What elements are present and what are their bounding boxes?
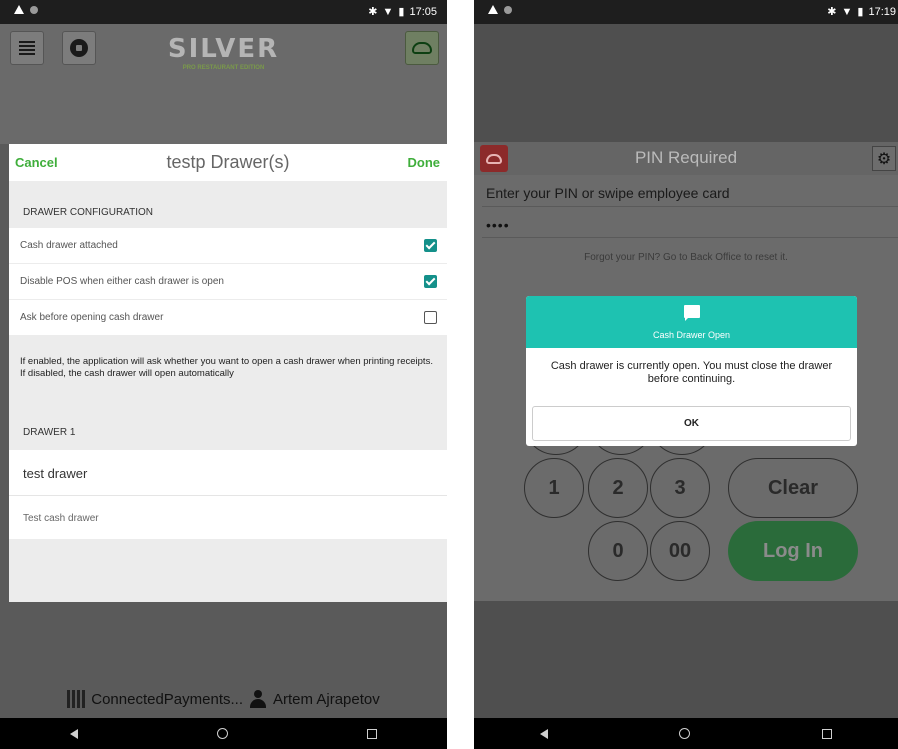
app-toolbar: SILVER PRO RESTAURANT EDITION — [0, 24, 447, 144]
gear-icon: ⚙ — [876, 150, 892, 168]
section-title-configuration: DRAWER CONFIGURATION — [23, 207, 153, 218]
message-icon — [684, 305, 700, 321]
navigation-bar — [0, 718, 447, 749]
checkbox-checked[interactable] — [424, 239, 437, 252]
drawer-name-value: test drawer — [23, 466, 88, 481]
wifi-icon: ▼ — [841, 5, 853, 18]
app-logo-subtitle: PRO RESTAURANT EDITION — [182, 65, 265, 71]
home-icon[interactable] — [216, 728, 228, 739]
divider — [482, 206, 898, 207]
user-name: Artem Ajrapetov — [273, 690, 380, 708]
dot-icon — [504, 5, 512, 14]
battery-icon: ▮ — [857, 6, 864, 18]
key-3[interactable]: 3 — [650, 458, 710, 518]
ok-button[interactable]: OK — [532, 406, 851, 441]
drawer-settings-sheet: Cancel testp Drawer(s) Done DRAWER CONFI… — [9, 144, 447, 602]
dialog-title: Cash Drawer Open — [652, 330, 731, 340]
status-bar: ✱ ▼ ▮ 17:05 — [0, 0, 447, 24]
option-hint: If enabled, the application will ask whe… — [20, 356, 433, 379]
key-2[interactable]: 2 — [588, 458, 648, 518]
key-1[interactable]: 1 — [524, 458, 584, 518]
option-label: Disable POS when either cash drawer is o… — [20, 276, 224, 287]
home-icon[interactable] — [679, 728, 691, 739]
option-ask-before-opening[interactable]: Ask before opening cash drawer — [9, 300, 447, 336]
dialog-header: Cash Drawer Open — [526, 296, 857, 348]
dialog-message: Cash drawer is currently open. You must … — [550, 360, 833, 385]
checkbox-unchecked[interactable] — [424, 311, 437, 324]
recent-apps-icon[interactable] — [367, 728, 378, 739]
user-icon — [249, 690, 267, 708]
sheet-header: Cancel testp Drawer(s) Done — [9, 144, 447, 181]
footer-info: ConnectedPayments... Artem Ajrapetov — [0, 690, 447, 708]
option-cash-drawer-attached[interactable]: Cash drawer attached — [9, 228, 447, 264]
option-label: Cash drawer attached — [20, 240, 118, 251]
app-logo: SILVER — [167, 34, 280, 64]
left-screen: ✱ ▼ ▮ 17:05 SILVER PRO RESTAURANT EDITIO… — [0, 0, 447, 749]
battery-icon: ▮ — [398, 6, 405, 18]
sheet-title: testp Drawer(s) — [166, 152, 290, 172]
checkbox-checked[interactable] — [424, 275, 437, 288]
cloud-icon — [412, 42, 432, 54]
recent-apps-icon[interactable] — [822, 728, 833, 739]
back-icon[interactable] — [69, 728, 78, 739]
clock: 17:05 — [409, 5, 437, 18]
wifi-icon: ▼ — [382, 5, 394, 18]
key-0[interactable]: 0 — [588, 521, 648, 581]
location-name: ConnectedPayments... — [91, 690, 244, 708]
drawer-name-field[interactable]: test drawer — [9, 450, 447, 496]
forgot-pin-text: Forgot your PIN? Go to Back Office to re… — [584, 252, 788, 263]
login-button[interactable]: Log In — [728, 521, 858, 581]
pin-title: PIN Required — [634, 148, 738, 167]
warning-icon — [14, 5, 24, 14]
building-icon — [67, 690, 86, 708]
cloud-sync-button[interactable] — [405, 31, 439, 65]
warning-icon — [488, 5, 498, 14]
divider — [482, 237, 898, 238]
section-title-drawer: DRAWER 1 — [23, 427, 76, 438]
dot-icon — [30, 5, 38, 14]
back-icon[interactable] — [539, 728, 548, 739]
pin-header: PIN Required ⚙ — [474, 142, 898, 175]
pin-input[interactable]: •••• — [486, 217, 510, 233]
key-00[interactable]: 00 — [650, 521, 710, 581]
navigation-bar — [474, 718, 898, 749]
option-label: Ask before opening cash drawer — [20, 312, 164, 323]
bluetooth-icon: ✱ — [368, 6, 378, 18]
cash-drawer-dialog: Cash Drawer Open Cash drawer is currentl… — [526, 296, 857, 446]
done-button[interactable]: Done — [408, 155, 441, 170]
drawer-description-field[interactable]: Test cash drawer — [9, 496, 447, 539]
status-bar: ✱ ▼ ▮ 17:19 — [474, 0, 898, 24]
pin-prompt: Enter your PIN or swipe employee card — [486, 185, 730, 201]
bluetooth-icon: ✱ — [827, 6, 837, 18]
drawer-description-value: Test cash drawer — [23, 513, 99, 524]
right-screen: ✱ ▼ ▮ 17:19 PIN Required ⚙ Enter your PI… — [474, 0, 898, 749]
option-disable-pos[interactable]: Disable POS when either cash drawer is o… — [9, 264, 447, 300]
clear-button[interactable]: Clear — [728, 458, 858, 518]
clock: 17:19 — [868, 5, 896, 18]
settings-button[interactable]: ⚙ — [872, 146, 896, 171]
